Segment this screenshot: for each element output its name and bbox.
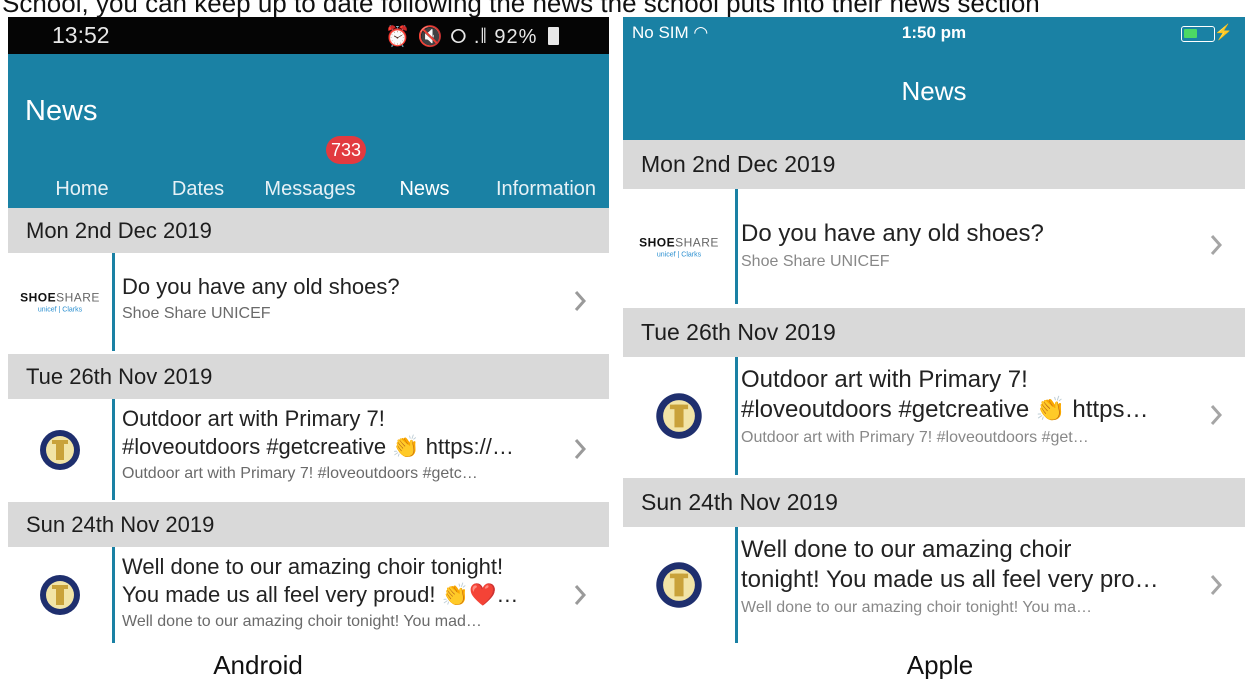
android-status-bar: 13:52 ⏰ 🔇 ⭘ .∥ 92% xyxy=(8,17,609,54)
accent-bar xyxy=(112,547,115,643)
chevron-right-icon xyxy=(1210,405,1223,425)
status-time: 13:52 xyxy=(52,22,110,48)
android-screen: 13:52 ⏰ 🔇 ⭘ .∥ 92% News 733 Home Dates M… xyxy=(8,17,609,643)
date-header: Sun 24th Nov 2019 xyxy=(623,478,1245,527)
tab-messages-label: Messages xyxy=(264,178,356,200)
battery-percent: 92% xyxy=(494,26,538,48)
android-header: News 733 Home Dates Messages News Inform… xyxy=(8,54,609,220)
news-item[interactable]: Well done to our amazing choir tonight! … xyxy=(8,547,609,643)
status-time: 1:50 pm xyxy=(901,23,967,42)
news-headline: Outdoor art with Primary 7! #loveoutdoor… xyxy=(122,406,514,459)
logo-word-share: SHARE xyxy=(56,290,100,305)
news-subtitle: Well done to our amazing choir tonight! … xyxy=(122,613,482,630)
accent-bar xyxy=(735,357,738,475)
news-item[interactable]: Well done to our amazing choir tonight! … xyxy=(623,527,1245,643)
news-item[interactable]: SHOESHARE unicef | Clarks Do you have an… xyxy=(623,189,1245,304)
school-crest-icon xyxy=(656,393,702,439)
logo-word-shoe: SHOE xyxy=(639,235,676,249)
school-crest-icon xyxy=(40,429,80,470)
news-subtitle: Well done to our amazing choir tonight! … xyxy=(741,599,1093,616)
logo-partners: unicef | Clarks xyxy=(656,251,702,258)
shoe-share-logo: SHOESHARE unicef | Clarks xyxy=(8,253,112,351)
logo-word-shoe: SHOE xyxy=(20,290,57,305)
tab-home-label: Home xyxy=(55,178,109,200)
battery-icon xyxy=(548,27,559,45)
school-crest-thumbnail xyxy=(623,357,735,475)
date-header: Mon 2nd Dec 2019 xyxy=(8,208,609,253)
news-headline: Well done to our amazing choir tonight! … xyxy=(122,554,519,607)
school-crest-thumbnail xyxy=(8,547,112,643)
apple-screen: No SIM ◠ 1:50 pm ⚡ News Mon 2nd Dec 2019… xyxy=(623,17,1245,643)
school-crest-icon xyxy=(656,562,702,608)
page-title: News xyxy=(25,95,98,127)
apple-caption: Apple xyxy=(906,650,974,679)
chevron-right-icon xyxy=(574,439,587,459)
date-header: Tue 26th Nov 2019 xyxy=(8,354,609,399)
ios-header: News xyxy=(623,51,1245,140)
school-crest-icon xyxy=(40,575,80,615)
accent-bar xyxy=(735,527,738,643)
logo-word-share: SHARE xyxy=(675,235,719,249)
status-glyphs: ⏰ 🔇 ⭘ .∥ xyxy=(385,26,488,48)
chevron-right-icon xyxy=(574,585,587,605)
tab-news-label: News xyxy=(399,178,450,200)
news-headline: Do you have any old shoes? xyxy=(741,220,1044,247)
tab-dates-label: Dates xyxy=(171,178,225,200)
shoe-share-logo: SHOESHARE unicef | Clarks xyxy=(623,189,735,304)
accent-bar xyxy=(735,189,738,304)
date-header: Sun 24th Nov 2019 xyxy=(8,502,609,547)
news-item[interactable]: Outdoor art with Primary 7! #loveoutdoor… xyxy=(8,399,609,500)
news-item[interactable]: Outdoor art with Primary 7! #loveoutdoor… xyxy=(623,357,1245,475)
news-headline: Outdoor art with Primary 7! #loveoutdoor… xyxy=(741,366,1149,423)
news-subtitle: Outdoor art with Primary 7! #loveoutdoor… xyxy=(741,429,1089,446)
accent-bar xyxy=(112,399,115,500)
tab-information-label: Information xyxy=(495,178,597,200)
news-subtitle: Shoe Share UNICEF xyxy=(741,253,890,270)
news-headline: Well done to our amazing choir tonight! … xyxy=(741,536,1159,593)
ios-status-bar: No SIM ◠ 1:50 pm ⚡ xyxy=(623,17,1245,51)
battery-icon xyxy=(1181,26,1215,42)
status-icons: ⏰ 🔇 ⭘ .∥ 92% xyxy=(385,24,559,49)
android-caption: Android xyxy=(213,650,303,679)
news-subtitle: Shoe Share UNICEF xyxy=(122,305,271,322)
school-crest-thumbnail xyxy=(623,527,735,643)
news-headline: Do you have any old shoes? xyxy=(122,274,400,299)
date-header: Tue 26th Nov 2019 xyxy=(623,308,1245,357)
page-title: News xyxy=(901,76,967,106)
news-subtitle: Outdoor art with Primary 7! #loveoutdoor… xyxy=(122,465,478,482)
messages-badge: 733 xyxy=(326,136,367,164)
news-item[interactable]: SHOESHARE unicef | Clarks Do you have an… xyxy=(8,253,609,351)
logo-partners: unicef | Clarks xyxy=(37,306,83,314)
accent-bar xyxy=(112,253,115,351)
date-header: Mon 2nd Dec 2019 xyxy=(623,140,1245,189)
school-crest-thumbnail xyxy=(8,399,112,500)
chevron-right-icon xyxy=(574,291,587,311)
charging-icon: ⚡ xyxy=(1214,24,1233,41)
chevron-right-icon xyxy=(1210,575,1223,595)
chevron-right-icon xyxy=(1210,235,1223,255)
